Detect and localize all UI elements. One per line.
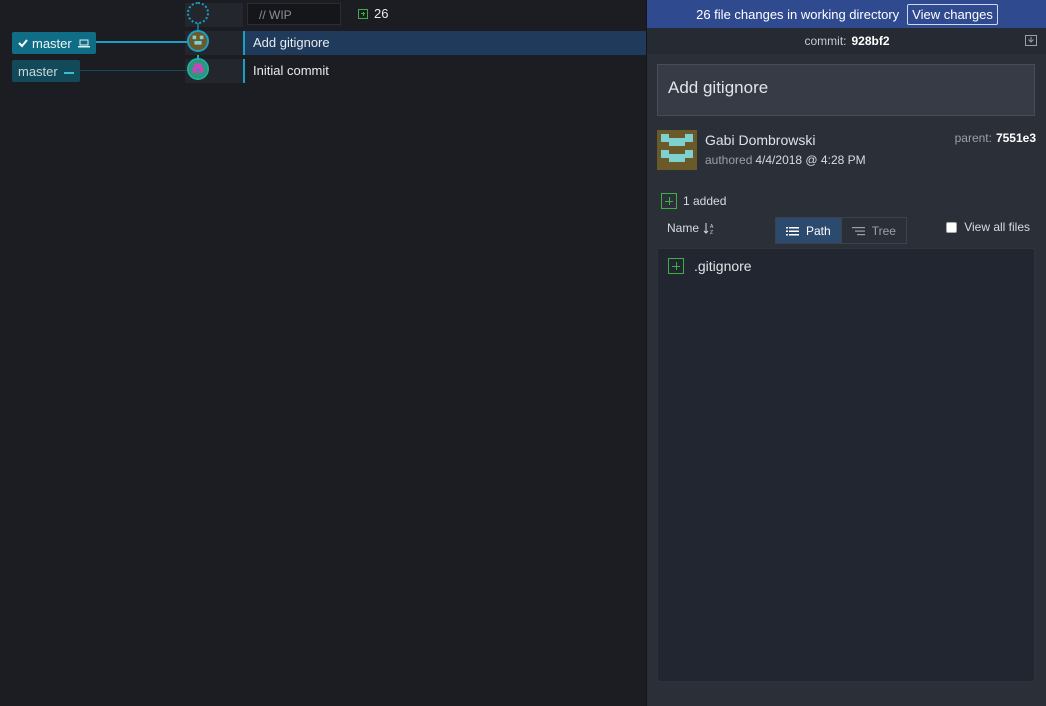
svg-text:Z: Z <box>710 230 713 235</box>
parent-label: parent: <box>954 131 992 145</box>
path-view-label: Path <box>806 223 831 238</box>
sort-by-name-button[interactable]: Name AZ <box>667 221 715 235</box>
parent-commit: parent: 7551e3 <box>955 131 1036 145</box>
file-item[interactable]: .gitignore <box>668 258 752 274</box>
wip-row[interactable]: // WIP 26 <box>0 1 646 27</box>
commit-message: Initial commit <box>253 63 329 78</box>
commit-avatar-icon <box>187 58 209 80</box>
commit-sha[interactable]: 928bf2 <box>851 34 889 48</box>
authored-date: 4/4/2018 @ 4:28 PM <box>755 153 866 167</box>
list-icon <box>786 226 799 235</box>
branch-tag-master-remote[interactable]: master <box>12 60 80 82</box>
view-all-files-toggle[interactable]: View all files <box>946 220 1030 234</box>
tree-view-label: Tree <box>871 223 896 238</box>
commit-label: commit: <box>804 34 847 48</box>
path-view-button[interactable]: Path <box>776 218 841 243</box>
wip-count-label: 26 <box>374 6 389 21</box>
wip-node-icon <box>187 2 209 24</box>
tree-view-button[interactable]: Tree <box>840 218 906 243</box>
added-count: 1 added <box>683 194 727 208</box>
branch-label: master <box>18 63 58 79</box>
view-all-files-checkbox[interactable] <box>946 221 958 233</box>
commit-row[interactable]: master Add gitignore <box>0 29 646 55</box>
tree-icon <box>851 226 865 235</box>
commit-graph: // WIP 26 master Add gitignore master In… <box>0 0 646 706</box>
commit-message: Add gitignore <box>253 35 330 50</box>
commit-avatar-icon <box>187 30 209 52</box>
added-icon <box>661 193 677 209</box>
file-view-toggle: Path Tree <box>775 217 907 244</box>
wip-change-count: 26 <box>358 6 388 21</box>
author-avatar <box>657 130 697 170</box>
view-all-files-label: View all files <box>964 220 1030 234</box>
check-icon <box>18 39 28 48</box>
commit-sha-bar: commit: 928bf2 <box>647 28 1046 54</box>
laptop-icon <box>77 39 90 47</box>
authored-line: authored 4/4/2018 @ 4:28 PM <box>705 153 866 167</box>
commit-detail-panel: 26 file changes in working directory Vie… <box>646 0 1046 706</box>
view-changes-button[interactable]: View changes <box>907 3 998 25</box>
branch-tag-master-local[interactable]: master <box>12 32 96 54</box>
commit-row[interactable]: master Initial commit <box>0 57 646 83</box>
remote-icon <box>63 72 74 74</box>
download-icon[interactable] <box>1025 34 1037 46</box>
wip-banner: 26 file changes in working directory Vie… <box>647 0 1046 28</box>
added-icon <box>358 8 368 19</box>
author-name: Gabi Dombrowski <box>705 132 816 148</box>
sort-az-icon: AZ <box>703 222 714 235</box>
sort-label: Name <box>667 221 700 235</box>
added-file-icon <box>668 258 684 274</box>
file-list: .gitignore <box>657 248 1035 682</box>
file-name: .gitignore <box>694 258 752 274</box>
added-summary: 1 added <box>661 193 726 209</box>
wip-banner-text: 26 file changes in working directory <box>696 6 900 22</box>
commit-summary[interactable]: Add gitignore <box>657 64 1035 116</box>
authored-label: authored <box>705 153 753 167</box>
wip-message-input[interactable]: // WIP <box>247 3 341 25</box>
branch-label: master <box>32 35 72 51</box>
parent-sha[interactable]: 7551e3 <box>996 131 1036 145</box>
